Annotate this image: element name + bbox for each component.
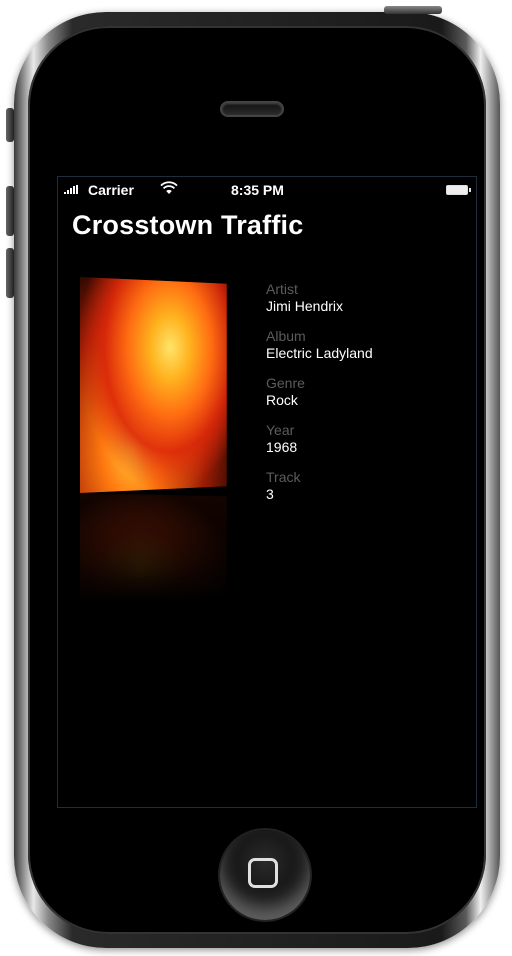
home-button-icon (248, 858, 278, 888)
detail-label: Artist (266, 281, 298, 297)
detail-year: Year 1968 (266, 422, 466, 456)
detail-artist: Artist Jimi Hendrix (266, 281, 466, 315)
detail-track: Track 3 (266, 469, 466, 503)
signal-bars-icon (64, 185, 78, 194)
mute-switch (6, 108, 14, 142)
detail-label: Genre (266, 375, 305, 391)
clock: 8:35 PM (231, 182, 284, 198)
detail-label: Year (266, 422, 295, 438)
detail-value: Rock (266, 392, 298, 408)
status-bar: Carrier 8:35 PM (58, 177, 476, 203)
volume-up-button (6, 186, 14, 236)
detail-genre: Genre Rock (266, 375, 466, 409)
earpiece-speaker (222, 103, 282, 115)
detail-value: 3 (266, 486, 274, 502)
detail-label: Track (266, 469, 301, 485)
detail-value: 1968 (266, 439, 298, 455)
track-details: Artist Jimi Hendrix Album Electric Ladyl… (266, 281, 466, 516)
battery-icon (446, 185, 471, 195)
album-art-reflection (80, 493, 227, 603)
wifi-icon (160, 181, 178, 194)
home-button[interactable] (220, 830, 310, 920)
detail-value: Jimi Hendrix (266, 298, 344, 314)
detail-album: Album Electric Ladyland (266, 328, 466, 362)
detail-value: Electric Ladyland (266, 345, 373, 361)
screen: Carrier 8:35 PM Crosstown Traffic Artist… (57, 176, 477, 808)
detail-label: Album (266, 328, 306, 344)
sleep-button (384, 6, 442, 14)
song-title: Crosstown Traffic (72, 210, 304, 240)
album-art-container[interactable] (80, 277, 242, 607)
carrier-name: Carrier (88, 182, 134, 198)
volume-down-button (6, 248, 14, 298)
album-art[interactable] (80, 277, 227, 493)
